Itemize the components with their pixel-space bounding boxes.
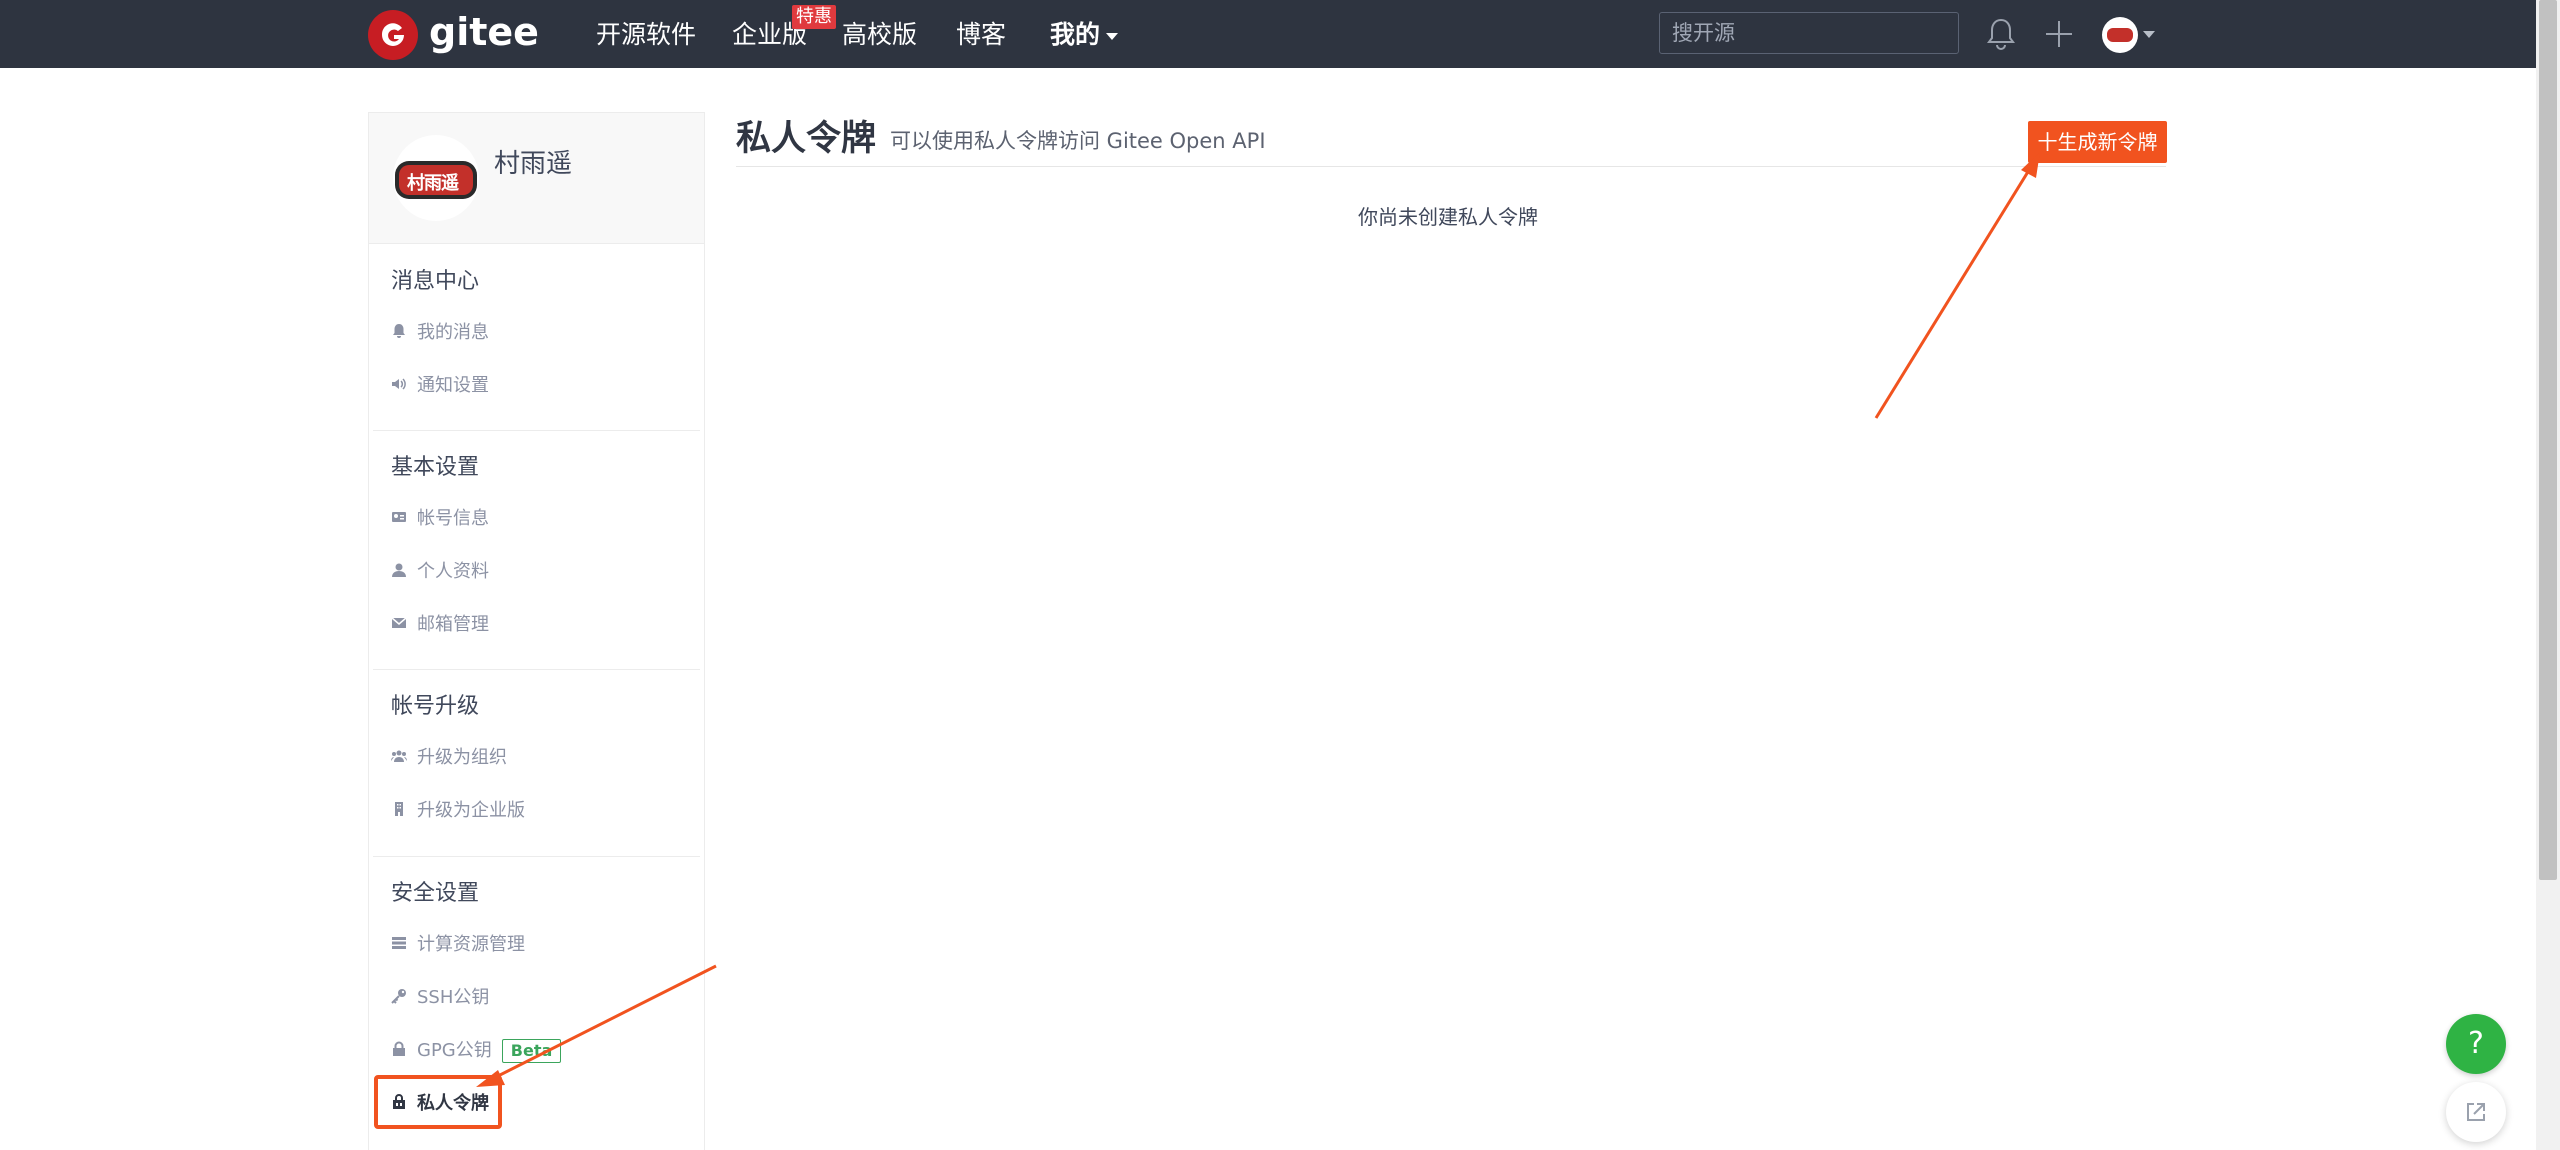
page-subtitle: 可以使用私人令牌访问 Gitee Open API <box>890 129 1266 153</box>
plus-icon[interactable] <box>2044 19 2074 49</box>
sidebar-item-notification-settings[interactable]: 通知设置 <box>391 369 489 403</box>
section-title-messages: 消息中心 <box>391 269 480 294</box>
bell-icon <box>393 324 405 338</box>
sidebar-item-label: 邮箱管理 <box>417 614 489 635</box>
building-icon <box>395 802 403 816</box>
sidebar-item-ssh-keys[interactable]: SSH公钥 <box>391 981 489 1015</box>
sidebar-item-email[interactable]: 邮箱管理 <box>391 608 489 642</box>
chevron-down-icon <box>1106 32 1119 40</box>
server-icon <box>392 937 406 949</box>
help-button[interactable]: ? <box>2446 1014 2506 1074</box>
top-navbar: gitee 开源软件 企业版 特惠 高校版 博客 我的 <box>0 0 2536 68</box>
sidebar-item-label: 通知设置 <box>417 375 489 396</box>
empty-state-message: 你尚未创建私人令牌 <box>1358 205 1538 229</box>
divider <box>373 856 700 857</box>
sidebar-item-my-messages[interactable]: 我的消息 <box>391 316 489 350</box>
divider <box>736 166 2166 167</box>
key-icon <box>391 989 406 1004</box>
sidebar-item-label: 计算资源管理 <box>417 934 525 955</box>
bell-icon[interactable] <box>1986 17 2016 51</box>
sidebar-item-gpg-keys[interactable]: GPG公钥 Beta <box>391 1034 562 1068</box>
sidebar-item-profile[interactable]: 个人资料 <box>391 555 489 589</box>
envelope-icon <box>391 617 407 628</box>
lock-icon <box>393 1041 405 1056</box>
sidebar-item-upgrade-enterprise[interactable]: 升级为企业版 <box>391 794 525 828</box>
logo-text[interactable]: gitee <box>429 6 539 58</box>
avatar-logo-text: 村雨遥 <box>407 173 459 194</box>
speaker-icon <box>392 378 406 390</box>
sidebar-item-label: 升级为组织 <box>417 747 507 768</box>
feedback-button[interactable] <box>2446 1082 2506 1142</box>
nav-mine[interactable]: 我的 <box>1050 0 1119 68</box>
search-input[interactable] <box>1659 12 1959 54</box>
sidebar-item-label: GPG公钥 <box>417 1040 492 1061</box>
page-title: 私人令牌 <box>736 119 877 159</box>
generate-token-button[interactable]: 十生成新令牌 <box>2028 121 2167 163</box>
sidebar-item-label: 个人资料 <box>417 561 489 582</box>
avatar[interactable] <box>2102 17 2138 53</box>
external-link-icon <box>2467 1103 2485 1121</box>
beta-badge: Beta <box>501 1039 562 1063</box>
profile-username[interactable]: 村雨遥 <box>494 143 572 180</box>
id-card-icon <box>392 512 406 522</box>
settings-sidebar: 村雨遥 村雨遥 消息中心 我的消息 通知设置 基本设置 帐号信息 个人资料 邮箱… <box>368 112 705 1150</box>
sidebar-item-label: 帐号信息 <box>417 508 489 529</box>
user-icon <box>392 563 406 577</box>
sidebar-item-label: 我的消息 <box>417 322 489 343</box>
annotation-arrow-top <box>1874 161 2036 419</box>
nav-open-source[interactable]: 开源软件 <box>596 0 696 68</box>
sidebar-item-label: SSH公钥 <box>417 987 490 1008</box>
active-item-highlight <box>374 1075 502 1129</box>
users-icon <box>391 750 407 762</box>
sidebar-item-compute-resources[interactable]: 计算资源管理 <box>391 928 525 962</box>
section-title-basic-settings: 基本设置 <box>391 455 480 480</box>
sidebar-item-label: 升级为企业版 <box>417 800 525 821</box>
profile-card: 村雨遥 村雨遥 <box>369 113 704 244</box>
avatar-caret-icon[interactable] <box>2143 31 2155 38</box>
divider <box>373 669 700 670</box>
nav-mine-label: 我的 <box>1050 20 1101 49</box>
section-title-account-upgrade: 帐号升级 <box>391 694 480 719</box>
sidebar-item-account-info[interactable]: 帐号信息 <box>391 502 489 536</box>
gitee-logo-icon[interactable] <box>368 10 418 60</box>
nav-blog[interactable]: 博客 <box>956 0 1006 68</box>
profile-avatar[interactable]: 村雨遥 <box>393 135 479 221</box>
nav-university[interactable]: 高校版 <box>842 0 917 68</box>
scrollbar-thumb[interactable] <box>2539 0 2557 880</box>
section-title-security: 安全设置 <box>391 881 480 906</box>
sidebar-item-upgrade-org[interactable]: 升级为组织 <box>391 741 507 775</box>
enterprise-promo-badge: 特惠 <box>792 5 836 29</box>
divider <box>373 430 700 431</box>
